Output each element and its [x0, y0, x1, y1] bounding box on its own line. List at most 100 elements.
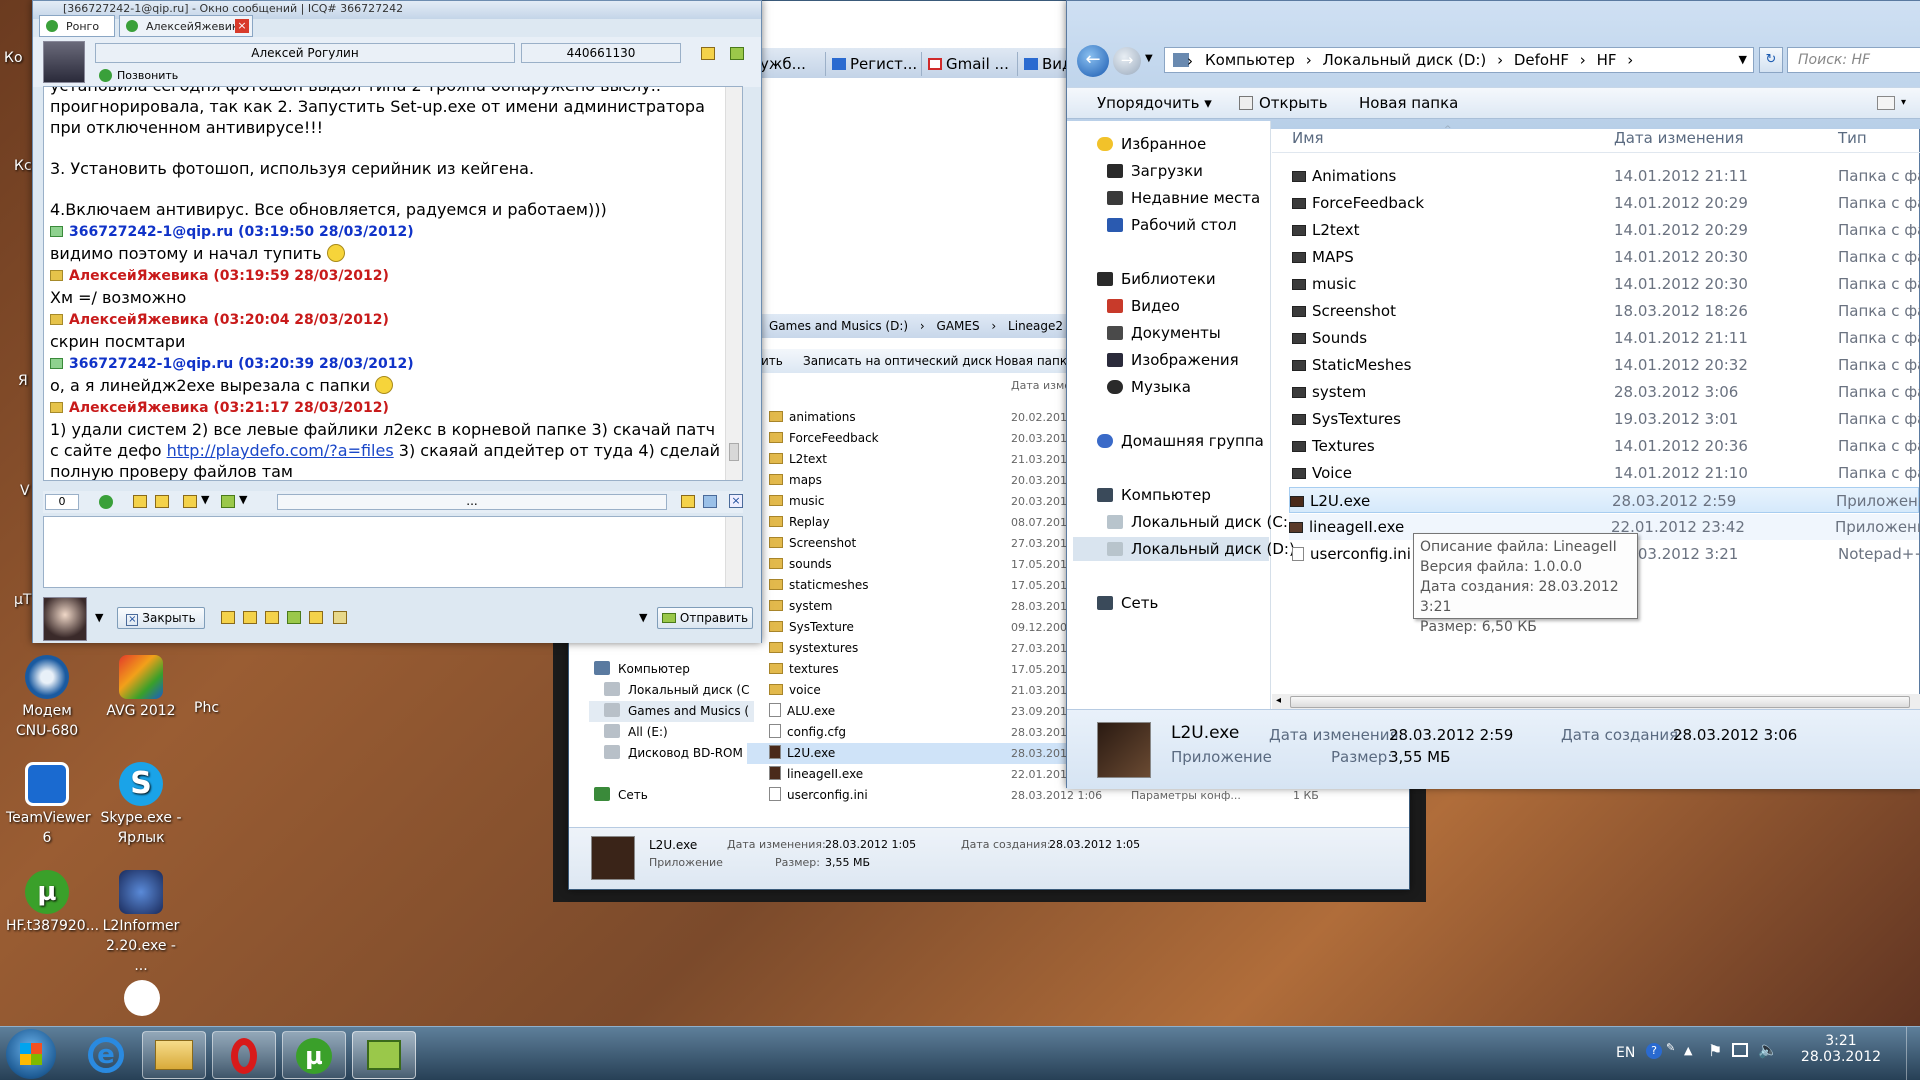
font-icon[interactable]: [221, 611, 235, 624]
history-dropdown-icon[interactable]: ▼: [1145, 53, 1153, 64]
nav-item-recent[interactable]: Недавние места: [1131, 189, 1260, 207]
format-icon[interactable]: [155, 495, 169, 508]
nav-item-computer[interactable]: Компьютер: [1121, 486, 1211, 504]
taskbar-utorrent[interactable]: µ: [282, 1031, 346, 1079]
breadcrumb-item[interactable]: Games and Musics (D:): [769, 319, 908, 333]
list-item[interactable]: textures: [789, 662, 839, 676]
address-segment[interactable]: HF: [1597, 51, 1617, 69]
list-item[interactable]: Screenshot: [789, 536, 856, 550]
file-row[interactable]: StaticMeshes 14.01.2012 20:32 Папка с файл…: [1292, 352, 1920, 378]
file-row[interactable]: SysTextures 19.03.2012 3:01 Папка с файлам…: [1292, 406, 1920, 432]
list-item[interactable]: systextures: [789, 641, 858, 655]
back-arrow-icon[interactable]: ←: [1077, 45, 1109, 77]
desktop-icon-skype[interactable]: S Skype.exe - Ярлык: [100, 762, 182, 848]
action-center-flag-icon[interactable]: ⚑: [1708, 1041, 1722, 1060]
language-indicator[interactable]: EN: [1616, 1045, 1635, 1061]
column-header-date[interactable]: Дата изменения: [1614, 123, 1744, 153]
start-button[interactable]: [6, 1029, 56, 1079]
desktop-icon-torrent[interactable]: µ HF.t387920...: [6, 870, 99, 936]
file-row[interactable]: Animations 14.01.2012 21:11 Папка с файлам…: [1292, 163, 1920, 189]
image-icon[interactable]: [265, 611, 279, 624]
format-icon[interactable]: [133, 495, 147, 508]
file-transfer-icon[interactable]: [287, 611, 301, 624]
nav-item-drive-d[interactable]: Games and Musics (: [628, 704, 749, 718]
scroll-thumb[interactable]: [729, 443, 739, 461]
file-row[interactable]: system 28.03.2012 3:06 Папка с файлами: [1292, 379, 1920, 405]
address-segment[interactable]: Компьютер: [1205, 51, 1295, 69]
nav-item-downloads[interactable]: Загрузки: [1131, 162, 1203, 180]
file-row[interactable]: ForceFeedback 14.01.2012 20:29 Папка с фай…: [1292, 190, 1920, 216]
list-item[interactable]: ALU.exe: [787, 704, 835, 718]
desktop-snowman-icon[interactable]: [124, 980, 160, 1016]
sms-icon[interactable]: [309, 611, 323, 624]
new-folder-button[interactable]: Новая папка: [995, 349, 1074, 373]
file-row[interactable]: Voice 14.01.2012 21:10 Папка с файлами: [1292, 460, 1920, 486]
user-info-icon[interactable]: [701, 47, 715, 60]
pencil-icon[interactable]: [333, 611, 347, 624]
status-icon[interactable]: [99, 495, 113, 509]
list-item[interactable]: voice: [789, 683, 821, 697]
quote-field[interactable]: ...: [277, 494, 667, 510]
show-hidden-icons[interactable]: ▲: [1684, 1044, 1692, 1057]
list-item[interactable]: SysTexture: [789, 620, 854, 634]
dropdown-arrow-icon[interactable]: ▼: [95, 611, 103, 624]
search-input[interactable]: Поиск: HF: [1787, 47, 1920, 73]
list-item[interactable]: system: [789, 599, 832, 613]
taskbar-qip[interactable]: [352, 1031, 416, 1079]
nav-item-documents[interactable]: Документы: [1131, 324, 1221, 342]
nav-item-drive-e[interactable]: All (E:): [628, 725, 668, 739]
qip-chat-window[interactable]: [366727242-1@qip.ru] - Окно сообщений | …: [32, 0, 762, 643]
scroll-left-arrow-icon[interactable]: ◂: [1276, 695, 1281, 706]
explorer-window-hf[interactable]: ← → ▼ › Компьютер › Локальный диск (D:) …: [1066, 0, 1920, 789]
organize-button[interactable]: Упорядочить ▾: [1097, 88, 1212, 118]
send-button[interactable]: Отправить: [657, 607, 753, 629]
dropdown-arrow-icon[interactable]: ▼: [639, 611, 647, 624]
list-item[interactable]: ForceFeedback: [789, 431, 879, 445]
list-item[interactable]: config.cfg: [787, 725, 846, 739]
new-folder-button[interactable]: Новая папка: [1359, 88, 1458, 118]
desktop-icon-l2informer[interactable]: L2Informer 2.20.exe - ...: [100, 870, 182, 976]
desktop-icon-modem[interactable]: Модем CNU-680: [6, 655, 88, 741]
file-row[interactable]: music 14.01.2012 20:30 Папка с файлами: [1292, 271, 1920, 297]
list-item[interactable]: userconfig.ini: [787, 788, 868, 802]
folder-icon[interactable]: [681, 495, 695, 508]
nav-item-desktop[interactable]: Рабочий стол: [1131, 216, 1237, 234]
message-input[interactable]: [43, 516, 743, 588]
list-item[interactable]: staticmeshes: [789, 578, 869, 592]
nav-item-pictures[interactable]: Изображения: [1131, 351, 1239, 369]
nav-item-drive-c[interactable]: Локальный диск (C:): [1131, 513, 1294, 531]
playdefo-link[interactable]: http://playdefo.com/?a=files: [167, 441, 394, 460]
list-item[interactable]: music: [789, 494, 824, 508]
burn-disc-button[interactable]: Записать на оптический диск: [803, 349, 992, 373]
network-icon[interactable]: [1732, 1043, 1748, 1057]
window-icon[interactable]: [703, 495, 717, 508]
file-row[interactable]: Textures 14.01.2012 20:36 Папка с файлами: [1292, 433, 1920, 459]
view-options-icon[interactable]: [1877, 96, 1895, 110]
open-button[interactable]: Открыть: [1239, 88, 1328, 118]
address-bar[interactable]: › Компьютер › Локальный диск (D:) › Defo…: [1164, 47, 1754, 73]
refresh-icon[interactable]: ↻: [1759, 47, 1783, 73]
address-segment[interactable]: Локальный диск (D:): [1322, 51, 1486, 69]
list-item[interactable]: maps: [789, 473, 822, 487]
dropdown-arrow-icon[interactable]: ▼: [201, 493, 209, 506]
tray-settings-icon[interactable]: ✎: [1666, 1041, 1675, 1054]
list-item[interactable]: sounds: [789, 557, 832, 571]
column-header-name[interactable]: Имя: [1292, 123, 1324, 153]
smiley-icon[interactable]: [243, 611, 257, 624]
show-desktop-button[interactable]: [1906, 1027, 1920, 1080]
list-item[interactable]: L2text: [789, 452, 827, 466]
nav-item-homegroup[interactable]: Домашняя группа: [1121, 432, 1264, 450]
taskbar-ie[interactable]: e: [74, 1031, 138, 1079]
breadcrumb-item[interactable]: GAMES: [937, 319, 980, 333]
forward-arrow-icon[interactable]: →: [1113, 47, 1141, 75]
address-segment[interactable]: DefoHF: [1514, 51, 1569, 69]
help-icon[interactable]: ?: [1646, 1043, 1662, 1059]
file-row[interactable]: Sounds 14.01.2012 21:11 Папка с файлами: [1292, 325, 1920, 351]
list-item-selected[interactable]: L2U.exe: [787, 746, 835, 760]
scroll-thumb[interactable]: [1290, 696, 1910, 708]
nav-item-favorites[interactable]: Избранное: [1121, 135, 1206, 153]
view-dropdown-icon[interactable]: ▾: [1901, 88, 1906, 118]
desktop-icon-avg[interactable]: AVG 2012: [100, 655, 182, 721]
close-icon[interactable]: ×: [729, 494, 743, 508]
nav-item-music[interactable]: Музыка: [1131, 378, 1191, 396]
